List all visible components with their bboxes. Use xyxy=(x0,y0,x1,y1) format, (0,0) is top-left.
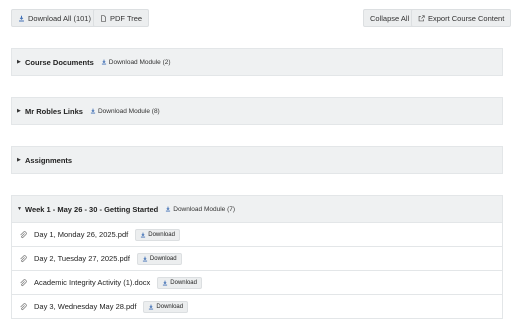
file-row: Day 1, Monday 26, 2025.pdf Download xyxy=(11,223,503,247)
module-title: Course Documents xyxy=(25,57,94,67)
paperclip-icon xyxy=(20,302,27,310)
module-assignments[interactable]: ▶ Assignments xyxy=(11,146,503,174)
download-icon xyxy=(101,59,106,65)
download-module-link[interactable]: Download Module (8) xyxy=(90,108,160,115)
module-title: Mr Robles Links xyxy=(25,106,83,116)
module-week-1[interactable]: ▼ Week 1 - May 26 - 30 - Getting Started… xyxy=(11,195,503,223)
collapse-all-label: Collapse All xyxy=(370,13,410,23)
download-all-label: Download All (101) xyxy=(28,13,91,23)
download-all-button[interactable]: Download All (101) xyxy=(11,9,98,27)
file-pdf-icon xyxy=(101,14,106,22)
download-icon xyxy=(166,206,171,212)
download-file-button[interactable]: Download xyxy=(157,276,202,289)
file-row: Academic Integrity Activity (1).docx Dow… xyxy=(11,271,503,295)
file-name-link[interactable]: Academic Integrity Activity (1).docx xyxy=(34,278,150,287)
download-icon xyxy=(163,280,168,286)
download-module-label: Download Module (7) xyxy=(173,205,236,213)
download-module-link[interactable]: Download Module (7) xyxy=(165,206,235,213)
download-module-label: Download Module (2) xyxy=(108,58,171,66)
download-module-label: Download Module (8) xyxy=(97,107,160,115)
download-label: Download xyxy=(148,231,175,238)
paperclip-icon xyxy=(20,254,27,262)
collapse-all-button[interactable]: Collapse All xyxy=(363,9,417,27)
export-label: Export Course Content xyxy=(428,13,505,23)
export-course-content-button[interactable]: Export Course Content xyxy=(411,9,512,27)
caret-down-icon[interactable]: ▼ xyxy=(17,206,25,212)
module-mr-robles-links[interactable]: ▶ Mr Robles Links Download Module (8) xyxy=(11,97,503,125)
file-name-link[interactable]: Day 2, Tuesday 27, 2025.pdf xyxy=(34,254,130,263)
file-row: Day 3, Wednesday May 28.pdf Download xyxy=(11,295,503,319)
download-file-button[interactable]: Download xyxy=(135,228,180,241)
download-module-link[interactable]: Download Module (2) xyxy=(101,59,171,66)
paperclip-icon xyxy=(20,278,27,286)
download-label: Download xyxy=(149,255,177,262)
download-label: Download xyxy=(156,303,184,310)
file-row: Day 2, Tuesday 27, 2025.pdf Download xyxy=(11,247,503,271)
download-icon xyxy=(90,108,96,114)
paperclip-icon xyxy=(20,230,27,238)
pdf-tree-label: PDF Tree xyxy=(110,13,143,23)
download-icon xyxy=(142,256,148,262)
module-course-documents[interactable]: ▶ Course Documents Download Module (2) xyxy=(11,48,503,76)
file-name-link[interactable]: Day 1, Monday 26, 2025.pdf xyxy=(34,230,128,239)
external-link-icon xyxy=(418,14,425,21)
module-title: Week 1 - May 26 - 30 - Getting Started xyxy=(25,204,159,214)
caret-right-icon[interactable]: ▶ xyxy=(17,157,25,163)
download-file-button[interactable]: Download xyxy=(143,300,189,313)
download-icon xyxy=(141,232,146,238)
download-label: Download xyxy=(170,279,197,286)
caret-right-icon[interactable]: ▶ xyxy=(17,59,25,65)
download-icon xyxy=(149,304,154,310)
download-file-button[interactable]: Download xyxy=(136,252,182,265)
pdf-tree-button[interactable]: PDF Tree xyxy=(93,9,150,27)
file-list: Day 1, Monday 26, 2025.pdf Download Day … xyxy=(11,223,503,319)
module-title: Assignments xyxy=(25,155,73,165)
caret-right-icon[interactable]: ▶ xyxy=(17,108,25,114)
file-name-link[interactable]: Day 3, Wednesday May 28.pdf xyxy=(34,302,136,311)
download-icon xyxy=(19,15,24,21)
